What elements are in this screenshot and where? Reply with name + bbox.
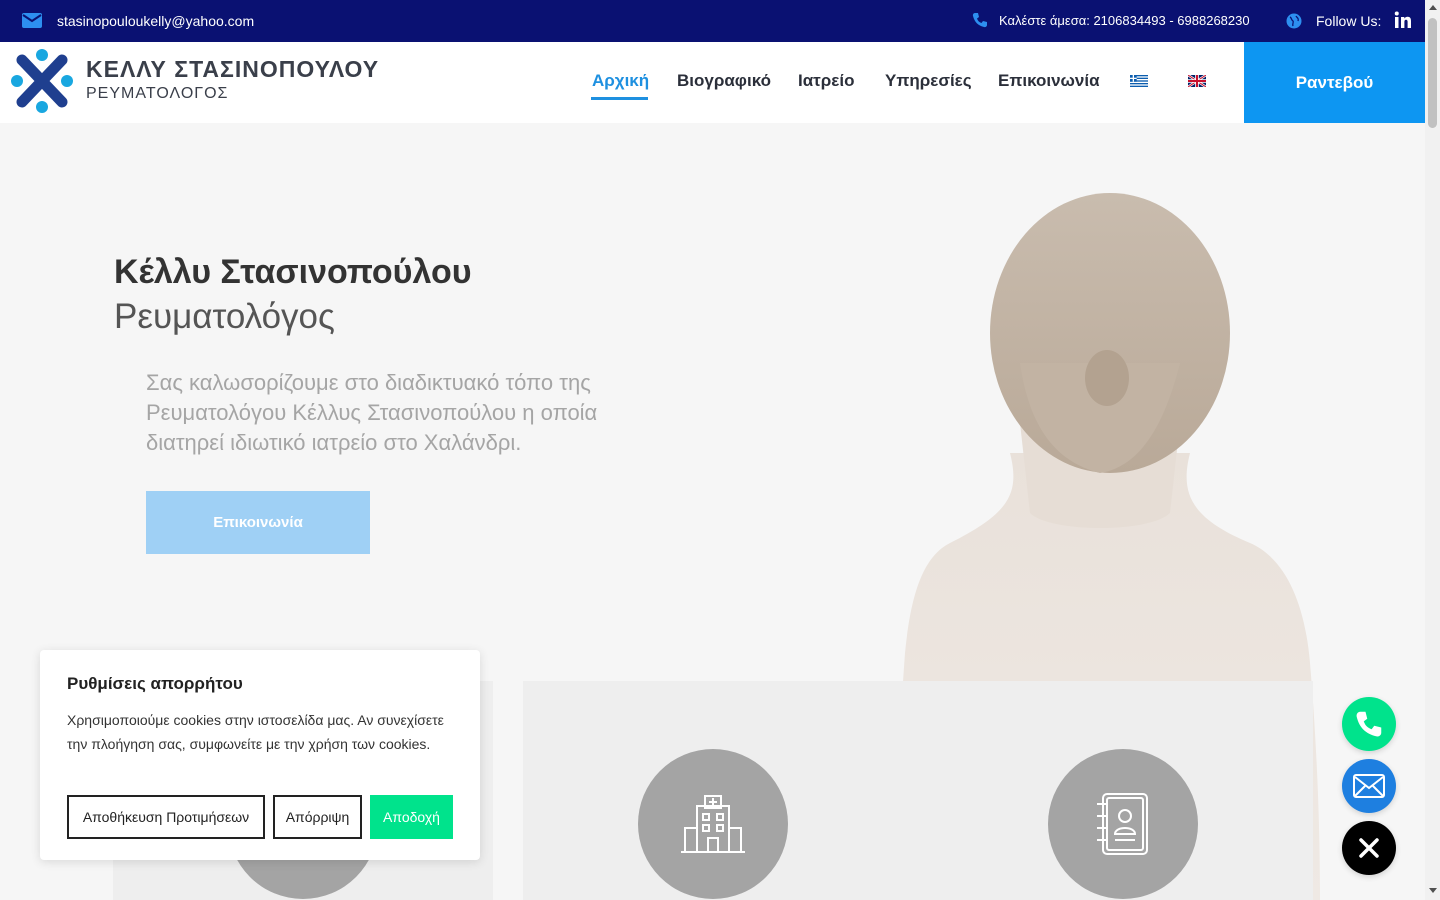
appointment-button[interactable]: Ραντεβού bbox=[1244, 42, 1425, 123]
close-fab-button[interactable] bbox=[1342, 821, 1396, 875]
greek-flag-icon[interactable] bbox=[1130, 75, 1148, 87]
close-icon bbox=[1359, 838, 1379, 858]
nav-clinic[interactable]: Ιατρείο bbox=[798, 71, 854, 91]
call-fab-button[interactable] bbox=[1342, 697, 1396, 751]
service-card-2[interactable] bbox=[523, 681, 903, 900]
contact-email-link[interactable]: stasinopouloukelly@yahoo.com bbox=[57, 13, 254, 29]
service-card-3[interactable] bbox=[933, 681, 1313, 900]
hero-subtitle: Ρευματολόγος bbox=[114, 297, 335, 336]
linkedin-icon[interactable] bbox=[1394, 11, 1412, 29]
hospital-icon bbox=[681, 795, 745, 853]
logo-title[interactable]: ΚΕΛΛΥ ΣΤΑΣΙΝΟΠΟΥΛΟΥ bbox=[86, 56, 379, 83]
uk-flag-icon[interactable] bbox=[1188, 75, 1206, 87]
hero-title: Κέλλυ Στασινοπούλου bbox=[114, 253, 472, 291]
accept-button[interactable]: Αποδοχή bbox=[370, 795, 453, 839]
phone-icon bbox=[972, 13, 987, 28]
envelope-icon bbox=[22, 13, 42, 28]
phone-icon bbox=[1356, 711, 1382, 737]
scroll-up-arrow[interactable] bbox=[1429, 5, 1437, 10]
cookie-title: Ρυθμίσεις απορρήτου bbox=[67, 674, 243, 693]
service-icon-circle bbox=[1048, 749, 1198, 899]
hero-contact-button[interactable]: Επικοινωνία bbox=[146, 491, 370, 554]
site-header: ΚΕΛΛΥ ΣΤΑΣΙΝΟΠΟΥΛΟΥ ΡΕΥΜΑΤΟΛΟΓΟΣ Αρχική … bbox=[0, 42, 1425, 123]
service-icon-circle bbox=[638, 749, 788, 899]
contact-phone-text[interactable]: Καλέστε άμεσα: 2106834493 - 6988268230 bbox=[999, 13, 1250, 28]
scrollbar-thumb[interactable] bbox=[1428, 18, 1437, 128]
reject-button[interactable]: Απόρριψη bbox=[273, 795, 362, 839]
top-bar: stasinopouloukelly@yahoo.com Καλέστε άμε… bbox=[0, 0, 1425, 42]
logo-icon[interactable] bbox=[8, 46, 76, 116]
logo-subtitle: ΡΕΥΜΑΤΟΛΟΓΟΣ bbox=[86, 85, 229, 102]
nav-services[interactable]: Υπηρεσίες bbox=[885, 71, 972, 91]
address-book-icon bbox=[1097, 793, 1148, 855]
globe-icon bbox=[1286, 13, 1302, 29]
envelope-icon bbox=[1353, 774, 1385, 798]
nav-biography[interactable]: Βιογραφικό bbox=[677, 71, 771, 91]
cookie-consent-dialog: Ρυθμίσεις απορρήτου Χρησιμοποιούμε cooki… bbox=[40, 650, 480, 860]
page-scrollbar[interactable] bbox=[1425, 0, 1440, 900]
save-preferences-button[interactable]: Αποθήκευση Προτιμήσεων bbox=[67, 795, 265, 839]
follow-us-label: Follow Us: bbox=[1316, 13, 1382, 29]
email-fab-button[interactable] bbox=[1342, 759, 1396, 813]
nav-contact[interactable]: Επικοινωνία bbox=[998, 71, 1100, 91]
scroll-down-arrow[interactable] bbox=[1429, 888, 1437, 893]
hero-welcome-text: Σας καλωσορίζουμε στο διαδικτυακό τόπο τ… bbox=[146, 370, 598, 455]
nav-home[interactable]: Αρχική bbox=[592, 71, 649, 91]
cookie-text: Χρησιμοποιούμε cookies στην ιστοσελίδα μ… bbox=[67, 712, 444, 752]
nav-active-indicator bbox=[591, 97, 648, 100]
